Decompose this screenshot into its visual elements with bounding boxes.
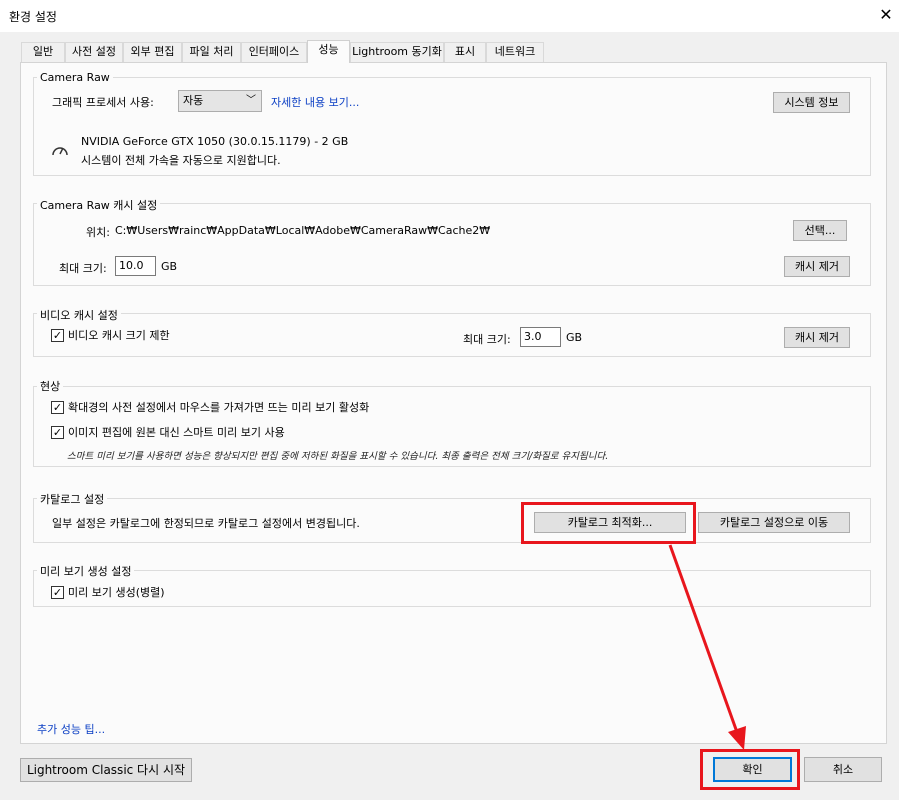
video-cache-limit-checkbox[interactable]: ✓ — [51, 329, 64, 342]
preview-title: 미리 보기 생성 설정 — [37, 563, 135, 579]
cancel-button[interactable]: 취소 — [804, 757, 882, 782]
restart-lightroom-button[interactable]: Lightroom Classic 다시 시작 — [20, 758, 192, 782]
close-icon[interactable]: ✕ — [876, 5, 896, 25]
more-tips-link[interactable]: 추가 성능 팁... — [37, 721, 105, 737]
loupe-preview-checkbox[interactable]: ✓ — [51, 401, 64, 414]
tab-presets[interactable]: 사전 설정 — [65, 42, 123, 62]
parallel-preview-checkbox[interactable]: ✓ — [51, 586, 64, 599]
tab-network[interactable]: 네트워크 — [486, 42, 544, 62]
gpu-label: 그래픽 프로세서 사용: — [52, 96, 154, 109]
develop-title: 현상 — [37, 378, 64, 394]
chevron-down-icon: ﹀ — [246, 95, 256, 106]
tab-interface[interactable]: 인터페이스 — [241, 42, 307, 62]
gpu-status: 시스템이 전체 가속을 자동으로 지원합니다. — [81, 154, 281, 167]
parallel-preview-label: 미리 보기 생성(병렬) — [68, 586, 165, 599]
catalog-title: 카탈로그 설정 — [37, 491, 108, 507]
loupe-preview-label: 확대경의 사전 설정에서 마우스를 가져가면 뜨는 미리 보기 활성화 — [68, 401, 370, 414]
details-link[interactable]: 자세한 내용 보기... — [271, 94, 359, 110]
camera-raw-title: Camera Raw — [37, 71, 113, 84]
catalog-description: 일부 설정은 카탈로그에 한정되므로 카탈로그 설정에서 변경됩니다. — [52, 517, 360, 530]
video-max-size-label: 최대 크기: — [463, 333, 511, 346]
title-bar: 환경 설정 ✕ — [0, 0, 899, 32]
annotation-arrow-icon — [668, 544, 746, 750]
tab-display[interactable]: 표시 — [444, 42, 486, 62]
tab-lightroom-sync[interactable]: Lightroom 동기화 — [350, 42, 444, 62]
tab-external-editing[interactable]: 외부 편집 — [123, 42, 182, 62]
choose-cache-button[interactable]: 선택... — [793, 220, 847, 241]
gpu-select[interactable]: 자동 ﹀ — [178, 90, 262, 112]
annotation-box-optimize — [521, 502, 696, 544]
cache-location-path: C:₩Users₩rainc₩AppData₩Local₩Adobe₩Camer… — [115, 224, 491, 237]
purge-cache-button[interactable]: 캐시 제거 — [784, 256, 850, 277]
cache-max-size-label: 최대 크기: — [59, 262, 107, 275]
smart-preview-checkbox[interactable]: ✓ — [51, 426, 64, 439]
cache-group — [33, 203, 871, 286]
system-info-button[interactable]: 시스템 정보 — [773, 92, 850, 113]
gpu-name: NVIDIA GeForce GTX 1050 (30.0.15.1179) -… — [81, 135, 349, 148]
cache-unit: GB — [161, 260, 178, 273]
video-cache-title: 비디오 캐시 설정 — [37, 307, 121, 323]
gauge-icon — [52, 147, 68, 156]
smart-preview-label: 이미지 편집에 원본 대신 스마트 미리 보기 사용 — [68, 426, 285, 439]
cache-title: Camera Raw 캐시 설정 — [37, 197, 161, 213]
tab-general[interactable]: 일반 — [21, 42, 65, 62]
video-cache-limit-label: 비디오 캐시 크기 제한 — [68, 329, 170, 342]
go-to-catalog-settings-button[interactable]: 카탈로그 설정으로 이동 — [698, 512, 850, 533]
gpu-select-value: 자동 — [183, 94, 204, 107]
cache-max-size-input[interactable]: 10.0 — [115, 256, 156, 276]
tab-file-handling[interactable]: 파일 처리 — [182, 42, 241, 62]
window-title: 환경 설정 — [9, 10, 57, 24]
video-cache-unit: GB — [566, 331, 583, 344]
tab-performance[interactable]: 성능 — [307, 40, 350, 63]
purge-video-cache-button[interactable]: 캐시 제거 — [784, 327, 850, 348]
annotation-box-ok — [700, 749, 800, 790]
video-max-size-input[interactable]: 3.0 — [520, 327, 561, 347]
cache-location-label: 위치: — [86, 226, 110, 239]
smart-preview-note: 스마트 미리 보기를 사용하면 성능은 향상되지만 편집 중에 저하된 화질을 … — [67, 451, 609, 462]
